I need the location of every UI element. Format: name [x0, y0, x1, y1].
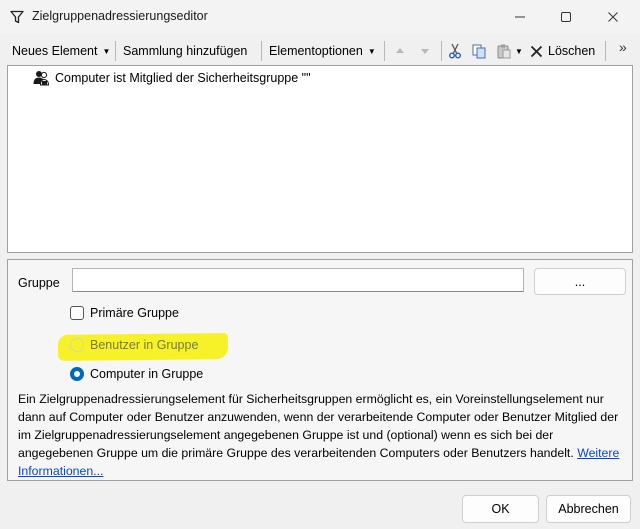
chevron-down-icon[interactable]: ▼	[515, 38, 523, 64]
group-input[interactable]	[72, 268, 524, 292]
primary-group-checkbox[interactable]	[70, 306, 84, 320]
delete-label: Löschen	[548, 44, 596, 58]
user-in-group-radio-row[interactable]: Benutzer in Gruppe	[70, 335, 198, 355]
copy-icon	[472, 44, 486, 59]
arrow-up-icon	[396, 48, 404, 53]
toolbar-divider	[115, 41, 116, 61]
toolbar-divider	[605, 41, 606, 61]
minimize-icon	[515, 16, 525, 18]
user-in-group-label: Benutzer in Gruppe	[90, 338, 199, 352]
tree-item-label: Computer ist Mitglied der Sicherheitsgru…	[55, 71, 311, 85]
toolbar: Neues Element ▼ Sammlung hinzufügen Elem…	[0, 38, 640, 64]
security-group-icon	[33, 71, 50, 86]
overflow-icon: »	[619, 39, 627, 55]
item-options-label: Elementoptionen	[269, 44, 363, 58]
window-title: Zielgruppenadressierungseditor	[32, 9, 208, 23]
toolbar-divider	[261, 41, 262, 61]
toolbar-overflow-button[interactable]: »	[619, 34, 627, 60]
cut-button[interactable]	[446, 42, 464, 60]
chevron-down-icon: ▼	[102, 46, 111, 56]
close-button[interactable]	[590, 4, 636, 30]
filter-icon	[10, 10, 24, 24]
paste-button[interactable]	[495, 42, 513, 60]
targeting-editor-window: Zielgruppenadressierungseditor Neues Ele…	[0, 0, 640, 529]
maximize-icon	[561, 12, 571, 22]
arrow-down-icon	[421, 49, 429, 54]
toolbar-divider	[384, 41, 385, 61]
description-text: Ein Zielgruppenadressierungselement für …	[18, 390, 624, 480]
new-item-button[interactable]: Neues Element ▼	[12, 38, 110, 64]
cancel-button[interactable]: Abbrechen	[546, 495, 631, 523]
toolbar-divider	[441, 41, 442, 61]
browse-button[interactable]: ...	[534, 268, 626, 295]
copy-button[interactable]	[470, 42, 488, 60]
computer-in-group-radio-row[interactable]: Computer in Gruppe	[70, 364, 203, 384]
move-up-button[interactable]	[391, 42, 409, 60]
description-body: Ein Zielgruppenadressierungselement für …	[18, 392, 619, 460]
minimize-button[interactable]	[497, 4, 543, 30]
primary-group-label: Primäre Gruppe	[90, 306, 179, 320]
scissors-icon	[449, 43, 461, 59]
move-down-button[interactable]	[416, 42, 434, 60]
computer-in-group-label: Computer in Gruppe	[90, 367, 204, 381]
delete-button[interactable]: Löschen	[530, 38, 595, 64]
new-item-label: Neues Element	[12, 44, 98, 58]
add-collection-button[interactable]: Sammlung hinzufügen	[123, 38, 247, 64]
ok-button[interactable]: OK	[462, 495, 539, 523]
computer-in-group-radio[interactable]	[70, 367, 84, 381]
chevron-down-icon: ▼	[367, 46, 376, 56]
user-in-group-radio[interactable]	[70, 338, 84, 352]
details-pane: Gruppe ... Primäre Gruppe Benutzer in Gr…	[7, 259, 633, 481]
paste-icon	[497, 44, 511, 59]
title-bar: Zielgruppenadressierungseditor	[0, 0, 640, 34]
add-collection-label: Sammlung hinzufügen	[123, 44, 248, 58]
item-options-button[interactable]: Elementoptionen ▼	[269, 38, 376, 64]
targeting-tree: Computer ist Mitglied der Sicherheitsgru…	[7, 65, 633, 253]
primary-group-checkbox-row[interactable]: Primäre Gruppe	[70, 303, 179, 323]
close-icon	[608, 12, 618, 22]
maximize-button[interactable]	[543, 4, 589, 30]
tree-item[interactable]: Computer ist Mitglied der Sicherheitsgru…	[32, 68, 311, 88]
group-label: Gruppe	[18, 276, 60, 290]
delete-x-icon	[530, 45, 543, 57]
